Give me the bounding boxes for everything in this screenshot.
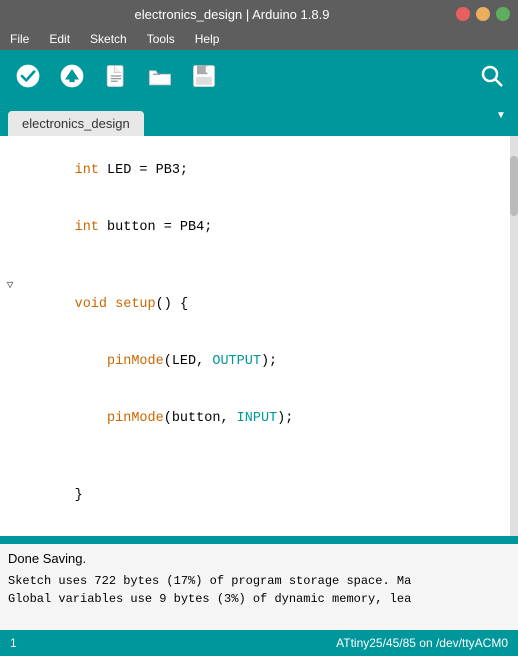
fold-gutter-b3	[0, 525, 20, 536]
code-editor[interactable]: int LED = PB3; int button = PB4; ▽ void …	[0, 136, 518, 536]
maximize-button[interactable]	[496, 7, 510, 21]
line-content-sc: }	[20, 467, 514, 524]
status-bar: 1 ATtiny25/45/85 on /dev/ttyACM0	[0, 630, 518, 656]
tab-bar: electronics_design ▼	[0, 102, 518, 136]
title-bar: electronics_design | Arduino 1.8.9	[0, 0, 518, 28]
verify-button[interactable]	[8, 56, 48, 96]
line-content-2: int button = PB4;	[20, 199, 514, 256]
upload-button[interactable]	[52, 56, 92, 96]
fold-gutter-2	[0, 200, 20, 219]
menu-file[interactable]: File	[4, 30, 35, 48]
window-buttons[interactable]	[456, 7, 510, 21]
code-line-pinmode2: pinMode(button, INPUT);	[0, 390, 518, 447]
code-line-setup-close: }	[0, 467, 518, 524]
status-line-number: 1	[10, 636, 17, 650]
search-button[interactable]	[474, 58, 510, 94]
fold-gutter-b2	[0, 448, 20, 467]
fold-gutter-setup[interactable]: ▽	[0, 277, 20, 296]
open-button[interactable]	[140, 56, 180, 96]
menu-help[interactable]: Help	[189, 30, 226, 48]
tab-electronics-design[interactable]: electronics_design	[8, 111, 144, 136]
fold-gutter-p1	[0, 334, 20, 353]
minimize-button[interactable]	[476, 7, 490, 21]
menu-edit[interactable]: Edit	[43, 30, 76, 48]
fold-gutter-sc	[0, 468, 20, 487]
console-status: Done Saving.	[8, 550, 510, 568]
new-button[interactable]	[96, 56, 136, 96]
code-line-setup: ▽ void setup() {	[0, 276, 518, 333]
editor-scrollbar[interactable]	[510, 136, 518, 536]
fold-gutter-p2	[0, 391, 20, 410]
fold-gutter-1	[0, 143, 20, 162]
menu-tools[interactable]: Tools	[141, 30, 181, 48]
tab-label: electronics_design	[22, 116, 130, 131]
status-board: ATtiny25/45/85 on /dev/ttyACM0	[336, 636, 508, 650]
console-line-2: Global variables use 9 bytes (3%) of dyn…	[8, 590, 510, 608]
fold-gutter-b1	[0, 257, 20, 276]
console-output: Sketch uses 722 bytes (17%) of program s…	[8, 572, 510, 608]
code-line-blank2	[0, 447, 518, 467]
close-button[interactable]	[456, 7, 470, 21]
save-button[interactable]	[184, 56, 224, 96]
window-title: electronics_design | Arduino 1.8.9	[8, 7, 456, 22]
console-line-1: Sketch uses 722 bytes (17%) of program s…	[8, 572, 510, 590]
line-content-p1: pinMode(LED, OUTPUT);	[20, 333, 514, 390]
code-line-2: int button = PB4;	[0, 199, 518, 256]
scrollbar-thumb[interactable]	[510, 156, 518, 216]
line-content-p2: pinMode(button, INPUT);	[20, 390, 514, 447]
line-content-setup: void setup() {	[20, 276, 514, 333]
code-line-blank3	[0, 524, 518, 536]
menu-sketch[interactable]: Sketch	[84, 30, 133, 48]
code-line-1: int LED = PB3;	[0, 142, 518, 199]
code-line-blank1	[0, 256, 518, 276]
tab-dropdown-button[interactable]: ▼	[492, 106, 510, 124]
line-content-1: int LED = PB3;	[20, 142, 514, 199]
code-line-pinmode1: pinMode(LED, OUTPUT);	[0, 333, 518, 390]
menu-bar: File Edit Sketch Tools Help	[0, 28, 518, 50]
toolbar	[0, 50, 518, 102]
